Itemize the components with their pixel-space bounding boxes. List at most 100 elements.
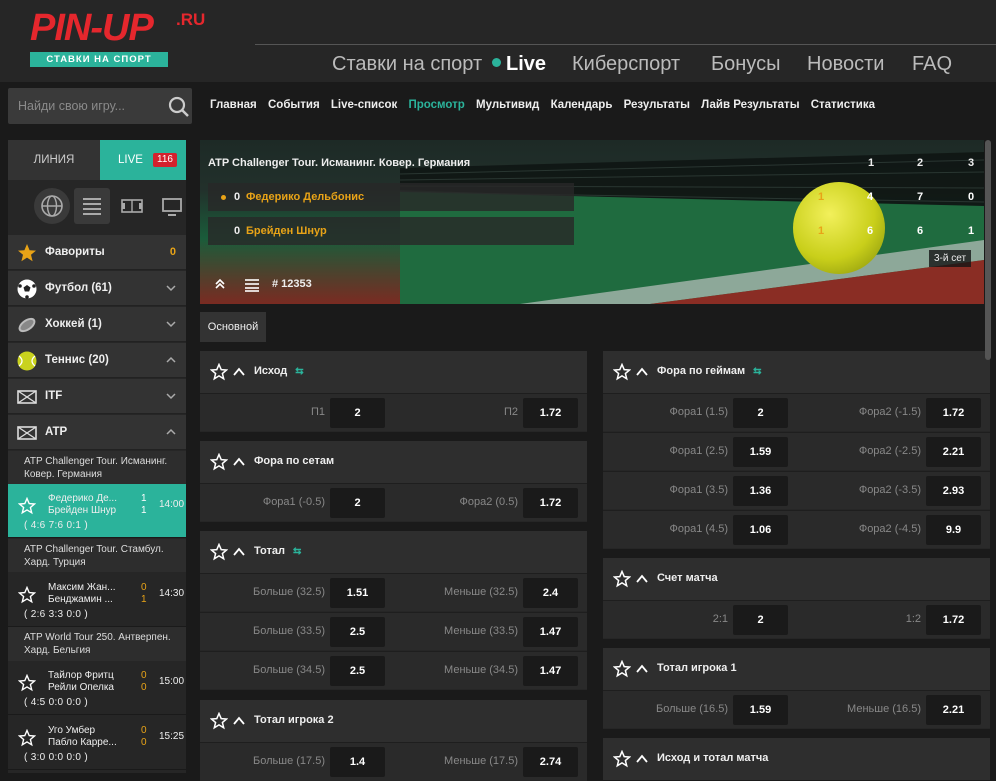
odds-button[interactable]: 1.59 — [733, 437, 788, 467]
subnav-results[interactable]: Результаты — [624, 99, 690, 111]
tab-main-markets[interactable]: Основной — [200, 312, 266, 342]
sidebar-item-atp[interactable]: ATP — [8, 415, 186, 450]
subnav-statistics[interactable]: Статистика — [811, 99, 875, 111]
player1-name: Федерико Дельбонис — [246, 191, 365, 203]
odds-button[interactable]: 2.5 — [330, 617, 385, 647]
sidebar-item-favorites[interactable]: Фавориты 0 — [8, 235, 186, 270]
market-header[interactable]: Фора по геймам ⇆ — [603, 351, 990, 393]
odds-button[interactable]: 1.47 — [523, 656, 578, 686]
odds-button[interactable]: 1.72 — [523, 398, 578, 428]
sidebar-item-hockey[interactable]: Хоккей (1) — [8, 307, 186, 342]
nav-esports[interactable]: Киберспорт — [572, 52, 680, 76]
star-outline-icon[interactable] — [613, 750, 631, 768]
odds-button[interactable]: 1.06 — [733, 515, 788, 545]
match-score2: 1 — [141, 594, 147, 605]
market-header[interactable]: Фора по сетам — [200, 441, 587, 483]
tab-line[interactable]: ЛИНИЯ — [8, 140, 100, 180]
list-view-button[interactable] — [74, 188, 110, 224]
subnav-calendar[interactable]: Календарь — [551, 99, 613, 111]
collapse-icon[interactable] — [214, 278, 226, 290]
chevron-up-icon[interactable] — [233, 366, 245, 378]
sidebar-item-label: Хоккей (1) — [45, 318, 102, 330]
logo-text: PIN-UP — [30, 7, 154, 49]
stats-list-icon[interactable] — [244, 278, 260, 292]
nav-faq[interactable]: FAQ — [912, 52, 952, 76]
odds-button[interactable]: 1.72 — [523, 488, 578, 518]
market-header[interactable]: Тотал ⇆ — [200, 531, 587, 573]
subnav-live-list[interactable]: Live-список — [331, 99, 397, 111]
odds-button[interactable]: 1.72 — [926, 398, 981, 428]
subnav-events[interactable]: События — [268, 99, 320, 111]
odds-button[interactable]: 2.4 — [523, 578, 578, 608]
star-outline-icon[interactable] — [18, 497, 36, 515]
odds-button[interactable]: 2.21 — [926, 695, 981, 725]
odds-button[interactable]: 1.47 — [523, 617, 578, 647]
odds-button[interactable]: 2.5 — [330, 656, 385, 686]
subnav-multiview[interactable]: Мультивид — [476, 99, 539, 111]
subnav-main[interactable]: Главная — [210, 99, 257, 111]
globe-view-button[interactable] — [34, 188, 70, 224]
star-outline-icon[interactable] — [18, 586, 36, 604]
match-player1: Федерико Де... — [48, 493, 117, 504]
star-outline-icon[interactable] — [210, 712, 228, 730]
odds-button[interactable]: 9.9 — [926, 515, 981, 545]
chevron-up-icon[interactable] — [636, 366, 648, 378]
sidebar-item-football[interactable]: Футбол (61) — [8, 271, 186, 306]
star-outline-icon[interactable] — [210, 363, 228, 381]
field-view-button[interactable] — [114, 188, 150, 224]
chevron-up-icon[interactable] — [636, 573, 648, 585]
market-block: Тотал ⇆ Больше (32.5) 1.51 Меньше (32.5) 2.4 Б… — [200, 531, 587, 690]
match-item[interactable]: Уго Умбер Пабло Карре... 0 0 15:25 ( 3:0… — [8, 716, 186, 770]
star-outline-icon[interactable] — [613, 363, 631, 381]
search-icon[interactable] — [168, 96, 190, 118]
star-outline-icon[interactable] — [613, 570, 631, 588]
nav-live[interactable]: Live — [506, 52, 546, 76]
odds-button[interactable]: 2 — [733, 398, 788, 428]
market-header[interactable]: Счет матча — [603, 558, 990, 600]
subnav-view[interactable]: Просмотр — [409, 99, 465, 111]
chevron-up-icon[interactable] — [233, 546, 245, 558]
sidebar-item-tennis[interactable]: Теннис (20) — [8, 343, 186, 378]
monitor-view-button[interactable] — [154, 188, 190, 224]
star-outline-icon[interactable] — [18, 729, 36, 747]
market-header[interactable]: Исход ⇆ — [200, 351, 587, 393]
match-item[interactable]: Максим Жан... Бенджамин ... 0 1 14:30 ( … — [8, 573, 186, 627]
sidebar-item-itf[interactable]: ITF — [8, 379, 186, 414]
chevron-up-icon[interactable] — [636, 753, 648, 765]
nav-news[interactable]: Новости — [807, 52, 884, 76]
market-header[interactable]: Тотал игрока 2 — [200, 700, 587, 742]
star-outline-icon[interactable] — [210, 543, 228, 561]
match-item[interactable]: Тайлор Фритц Рейли Опелка 0 0 15:00 ( 4:… — [8, 661, 186, 715]
star-outline-icon[interactable] — [210, 453, 228, 471]
odds-button[interactable]: 2.93 — [926, 476, 981, 506]
league-header[interactable]: ATP World Tour 250. Антверпен. Хард. Бел… — [8, 627, 186, 661]
chevron-up-icon[interactable] — [233, 456, 245, 468]
market-header[interactable]: Исход и тотал матча — [603, 738, 990, 780]
chevron-up-icon[interactable] — [233, 715, 245, 727]
odds-button[interactable]: 2.21 — [926, 437, 981, 467]
tab-live[interactable]: LIVE 116 — [100, 140, 186, 180]
market-block: Тотал игрока 2 Больше (17.5) 1.4 Меньше (17… — [200, 700, 587, 781]
odds-button[interactable]: 2 — [330, 398, 385, 428]
odds-button[interactable]: 2 — [330, 488, 385, 518]
odds-button[interactable]: 1.72 — [926, 605, 981, 635]
nav-bonuses[interactable]: Бонусы — [711, 52, 780, 76]
market-title: Исход и тотал матча — [657, 752, 769, 764]
page-scrollbar[interactable] — [985, 140, 991, 360]
chevron-up-icon[interactable] — [636, 663, 648, 675]
star-outline-icon[interactable] — [613, 660, 631, 678]
match-item-active[interactable]: Федерико Де... Брейден Шнур 1 1 14:00 ( … — [8, 484, 186, 538]
odds-button[interactable]: 1.36 — [733, 476, 788, 506]
search-input[interactable] — [8, 88, 158, 124]
star-outline-icon[interactable] — [18, 674, 36, 692]
outcome-label: П1 — [310, 406, 325, 418]
market-header[interactable]: Тотал игрока 1 — [603, 648, 990, 690]
player1-set1: 4 — [867, 191, 874, 203]
odds-button[interactable]: 1.59 — [733, 695, 788, 725]
league-header[interactable]: ATP Challenger Tour. Стамбул. Хард. Турц… — [8, 539, 186, 572]
league-header[interactable]: ATP Challenger Tour. Исманинг. Ковер. Ге… — [8, 451, 186, 484]
subnav-live-results[interactable]: Лайв Результаты — [701, 99, 799, 111]
odds-button[interactable]: 2 — [733, 605, 788, 635]
nav-sports-betting[interactable]: Ставки на спорт — [332, 52, 482, 76]
odds-button[interactable]: 1.51 — [330, 578, 385, 608]
